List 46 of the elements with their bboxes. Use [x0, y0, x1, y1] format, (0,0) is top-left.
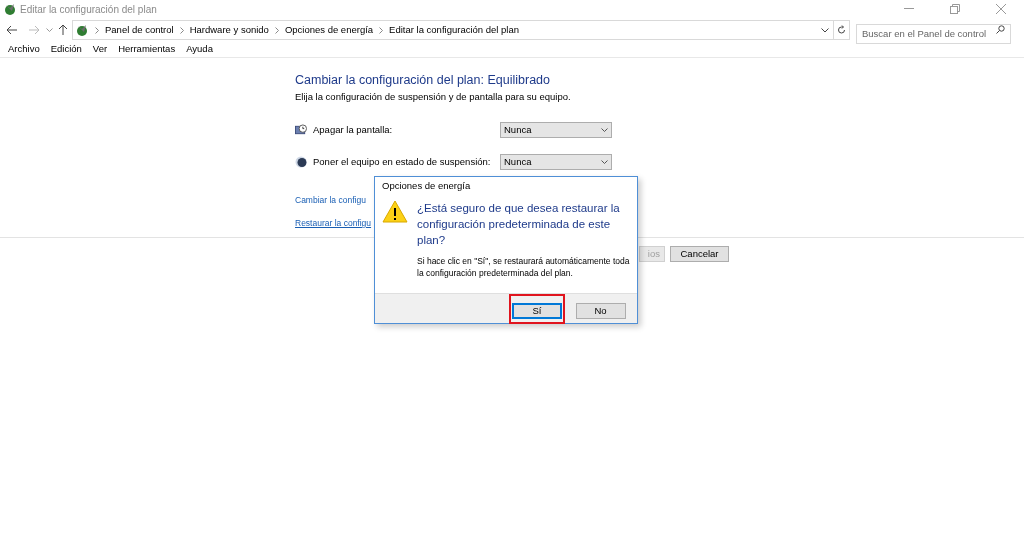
dropdown[interactable]: Nunca	[500, 154, 612, 171]
dropdown-caret-icon[interactable]	[821, 27, 829, 33]
monitor-clock-icon	[295, 124, 307, 137]
menu-item[interactable]: Ver	[92, 41, 108, 57]
page-description: Elija la configuración de suspensión y de pantalla para su equipo.	[295, 90, 572, 104]
button[interactable]: Sí	[512, 302, 562, 319]
chevron-icon	[274, 26, 279, 34]
search-field[interactable]: Buscar en el Panel de control	[856, 23, 1011, 44]
chevron-icon	[95, 26, 99, 34]
app-icon	[3, 2, 17, 16]
menu-item[interactable]: Archivo	[8, 41, 40, 57]
dialog-title: Opciones de energía	[381, 179, 472, 193]
breadcrumb-item[interactable]: Editar la configuración del plan	[389, 22, 519, 38]
link[interactable]: Cambiar la configu	[295, 194, 366, 207]
refresh-icon	[837, 25, 846, 35]
window-title: Editar la configuración del plan	[20, 2, 157, 17]
chevron-icon	[379, 26, 384, 34]
setting-label: Poner el equipo en estado de suspensión:	[313, 155, 492, 170]
close-icon	[996, 4, 1006, 14]
minimize-icon	[904, 8, 914, 10]
menu-item[interactable]: Edición	[50, 41, 82, 57]
button[interactable]: No	[575, 302, 626, 319]
breadcrumb-item[interactable]: Opciones de energía	[284, 22, 374, 38]
restore-icon	[950, 4, 960, 14]
forward-arrow-icon[interactable]	[28, 25, 40, 35]
warning-icon	[382, 200, 408, 223]
address-bar[interactable]: Panel de control Hardware y sonido Opciones de energía Editar la configuración del plan	[72, 20, 834, 40]
breadcrumb-item[interactable]: Hardware y sonido	[189, 22, 269, 38]
page-heading: Cambiar la configuración del plan: Equilibrado	[295, 72, 551, 88]
dialog-message: Si hace clic en "Sí", se restaurará automáticamente toda la configuración predeterminada del plan.	[417, 255, 630, 279]
link[interactable]: Restaurar la configu	[295, 217, 372, 230]
dropdown-caret-icon	[601, 160, 608, 165]
dialog-question: ¿Está seguro de que desea restaurar la configuración predeterminada de este plan?	[417, 201, 621, 248]
breadcrumb-item[interactable]: Panel de control	[105, 22, 174, 38]
moon-icon	[295, 156, 307, 169]
chevron-icon	[179, 26, 184, 34]
button[interactable]: Cancelar	[670, 245, 729, 262]
setting-label: Apagar la pantalla:	[313, 123, 394, 138]
dropdown-caret-icon	[601, 128, 608, 133]
menu-item[interactable]: Herramientas	[118, 41, 176, 57]
dropdown[interactable]: Nunca	[500, 122, 612, 139]
search-icon	[996, 25, 1005, 34]
up-arrow-icon[interactable]	[58, 24, 68, 36]
back-arrow-icon[interactable]	[6, 25, 18, 35]
menu-item[interactable]: Ayuda	[186, 41, 213, 57]
refresh-button[interactable]	[834, 20, 850, 40]
